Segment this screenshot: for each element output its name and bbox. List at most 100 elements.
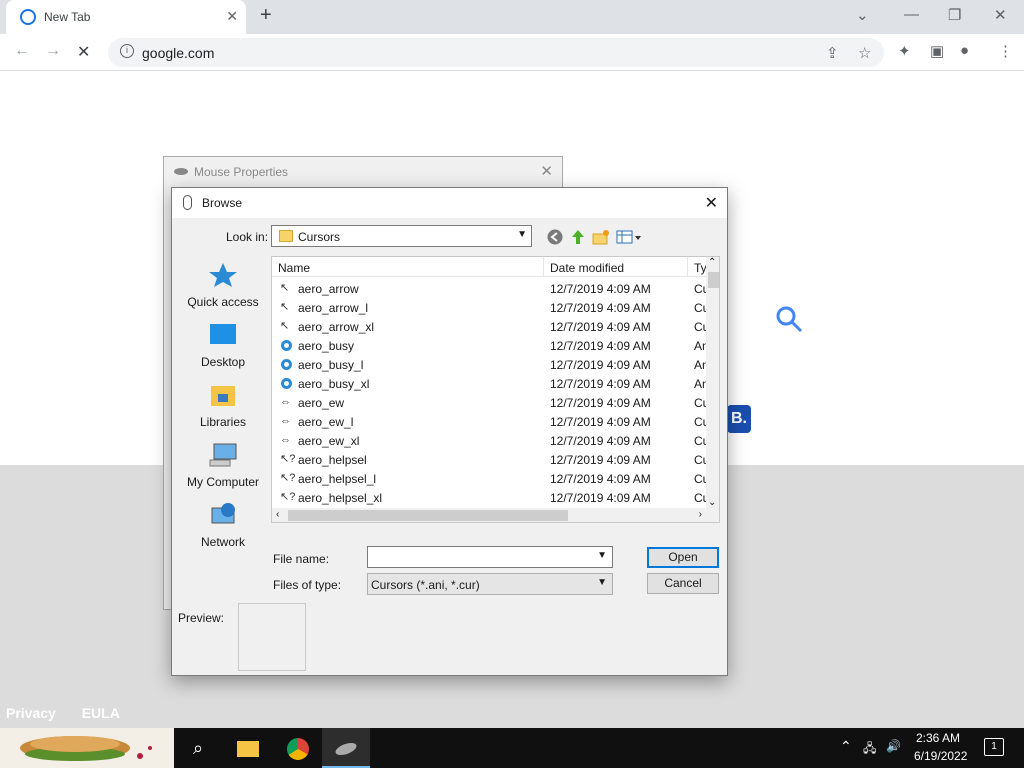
new-folder-icon[interactable] (592, 228, 610, 246)
up-folder-icon[interactable] (569, 228, 587, 246)
file-row[interactable]: aero_busy_xl 12/7/2019 4:09 AM An (272, 374, 709, 393)
tab-close-icon[interactable]: ✕ (226, 8, 238, 25)
minimize-button[interactable]: — (904, 6, 919, 23)
file-list[interactable]: Name ^ Date modified Ty ↖ aero_arrow 12/7/… (271, 256, 720, 523)
place-my-computer[interactable]: My Computer (178, 436, 268, 496)
file-row[interactable]: ⇔ aero_ew_xl 12/7/2019 4:09 AM Cu (272, 431, 709, 450)
arrow-cursor-icon: ↖ (280, 301, 290, 313)
mouse-properties-title: Mouse Properties (194, 165, 289, 179)
side-panel-icon[interactable]: ▣ (930, 42, 944, 60)
clock-date[interactable]: 6/19/2022 (914, 749, 967, 763)
window-close-button[interactable]: ✕ (994, 6, 1007, 24)
privacy-link[interactable]: Privacy (6, 705, 56, 721)
busy-cursor-icon (281, 340, 292, 351)
file-row[interactable]: aero_busy 12/7/2019 4:09 AM An (272, 336, 709, 355)
file-name: aero_arrow (298, 282, 359, 296)
url-text: google.com (142, 45, 215, 61)
mouse-icon (183, 195, 192, 210)
view-menu-icon[interactable] (616, 228, 642, 246)
share-icon[interactable]: ⇪ (826, 44, 839, 62)
chevron-down-icon[interactable]: ▼ (597, 550, 607, 561)
scroll-left-icon[interactable]: ‹ (276, 509, 279, 520)
column-separator[interactable] (543, 257, 544, 277)
busy-cursor-icon (281, 359, 292, 370)
ew-cursor-icon: ⇔ (280, 396, 291, 408)
start-button[interactable] (0, 728, 174, 768)
menu-icon[interactable]: ⋮ (998, 42, 1013, 60)
mouse-settings-taskbar-icon[interactable] (322, 728, 370, 768)
vertical-scroll-thumb[interactable] (708, 272, 719, 288)
open-button[interactable]: Open (647, 547, 719, 568)
tab-search-icon[interactable]: ⌄ (856, 6, 869, 24)
file-row[interactable]: ⇔ aero_ew_l 12/7/2019 4:09 AM Cu (272, 412, 709, 431)
tab-new-tab[interactable]: New Tab ✕ (6, 0, 246, 34)
scroll-down-icon[interactable]: ⌄ (708, 497, 716, 508)
column-header-type[interactable]: Ty (694, 261, 707, 275)
back-arrow-icon[interactable] (546, 228, 564, 246)
look-in-value: Cursors (298, 230, 341, 244)
place-network[interactable]: Network (178, 496, 268, 556)
horizontal-scroll-thumb[interactable] (288, 510, 568, 521)
place-desktop[interactable]: Desktop (178, 316, 268, 376)
file-date-modified: 12/7/2019 4:09 AM (550, 282, 651, 296)
file-row[interactable]: ↖? aero_helpsel_xl 12/7/2019 4:09 AM Cu (272, 488, 709, 507)
file-name: aero_helpsel (298, 453, 367, 467)
volume-icon[interactable]: 🔊 (886, 739, 901, 753)
new-tab-button[interactable]: + (260, 4, 272, 27)
bing-b-icon[interactable]: B. (727, 405, 751, 433)
file-row[interactable]: ↖? aero_helpsel 12/7/2019 4:09 AM Cu (272, 450, 709, 469)
scroll-up-icon[interactable]: ⌃ (708, 257, 716, 268)
tab-title: New Tab (44, 10, 91, 24)
browser-toolbar: ← → ✕ i google.com ⇪ ☆ ✦ ▣ ● ⋮ (0, 34, 1024, 71)
profile-avatar-icon[interactable]: ● (960, 42, 969, 59)
files-of-type-dropdown[interactable]: Cursors (*.ani, *.cur) ▼ (367, 573, 613, 595)
file-explorer-icon[interactable] (224, 728, 272, 768)
stop-button[interactable]: ✕ (77, 42, 90, 62)
back-button[interactable]: ← (14, 42, 30, 60)
sort-ascending-icon: ^ (404, 256, 409, 261)
horizontal-scrollbar[interactable]: ‹ › (272, 508, 706, 522)
mouse-icon (174, 168, 188, 175)
file-row[interactable]: ⇔ aero_ew 12/7/2019 4:09 AM Cu (272, 393, 709, 412)
file-name-input[interactable]: ▼ (367, 546, 613, 568)
browse-dialog: Browse ✕ Look in: Cursors ▼ Quick access… (171, 187, 728, 676)
notification-center-icon[interactable]: 1 (984, 738, 1004, 756)
place-quick-access[interactable]: Quick access (178, 256, 268, 316)
file-row[interactable]: ↖? aero_helpsel_l 12/7/2019 4:09 AM Cu (272, 469, 709, 488)
look-in-dropdown[interactable]: Cursors ▼ (271, 225, 532, 247)
search-icon[interactable]: ⌕ (174, 728, 222, 768)
forward-button[interactable]: → (45, 42, 61, 60)
cancel-button[interactable]: Cancel (647, 573, 719, 594)
site-info-icon[interactable]: i (120, 44, 134, 58)
extensions-icon[interactable]: ✦ (898, 42, 911, 60)
look-in-label: Look in: (226, 230, 269, 244)
file-date-modified: 12/7/2019 4:09 AM (550, 339, 651, 353)
tray-chevron-up-icon[interactable]: ⌃ (840, 738, 852, 755)
column-header-date[interactable]: Date modified (550, 261, 624, 275)
vertical-scrollbar[interactable]: ⌃ ⌄ (706, 257, 719, 508)
bookmark-star-icon[interactable]: ☆ (858, 44, 871, 62)
dialog-close-icon[interactable]: ✕ (705, 193, 718, 213)
clock-time[interactable]: 2:36 AM (916, 731, 960, 745)
file-name-label: File name: (273, 552, 330, 566)
eula-link[interactable]: EULA (82, 705, 120, 721)
scroll-right-icon[interactable]: › (699, 509, 702, 520)
address-bar[interactable]: i google.com ⇪ ☆ (108, 38, 884, 67)
column-separator[interactable] (687, 257, 688, 277)
file-row[interactable]: aero_busy_l 12/7/2019 4:09 AM An (272, 355, 709, 374)
search-icon[interactable] (774, 304, 804, 334)
column-header-name[interactable]: Name (278, 261, 310, 275)
file-name: aero_ew_l (298, 415, 354, 429)
file-row[interactable]: ↖ aero_arrow 12/7/2019 4:09 AM Cu (272, 279, 709, 298)
network-icon (211, 503, 235, 524)
file-row[interactable]: ↖ aero_arrow_xl 12/7/2019 4:09 AM Cu (272, 317, 709, 336)
chrome-icon[interactable] (274, 728, 322, 768)
mouse-properties-close-icon[interactable]: ✕ (540, 162, 553, 180)
restore-button[interactable]: ❐ (948, 6, 961, 24)
place-libraries[interactable]: Libraries (178, 376, 268, 436)
dialog-title-bar: Browse ✕ (172, 188, 727, 218)
preview-box (238, 603, 306, 671)
file-row[interactable]: ↖ aero_arrow_l 12/7/2019 4:09 AM Cu (272, 298, 709, 317)
network-icon[interactable]: 🖧 (863, 739, 876, 760)
place-label: Network (200, 535, 245, 549)
